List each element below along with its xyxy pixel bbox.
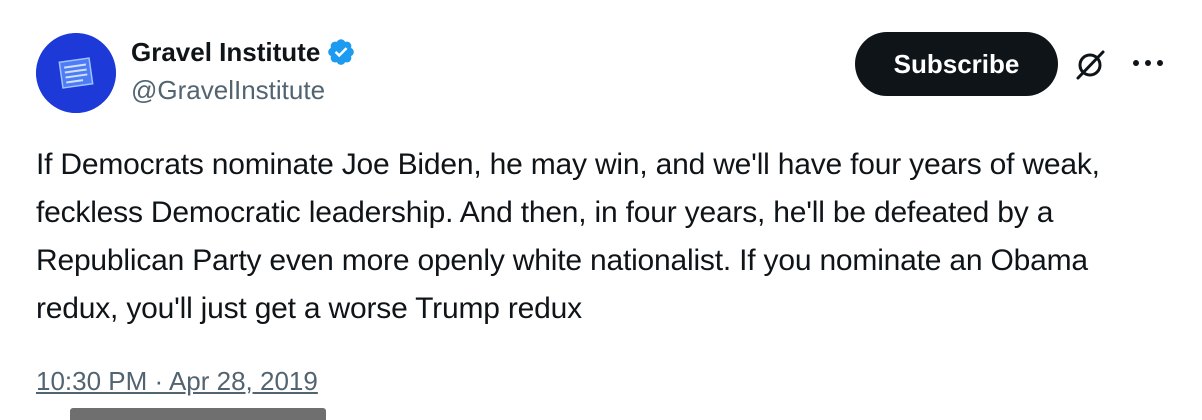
grok-icon[interactable] (1073, 48, 1107, 82)
more-dots-icon[interactable] (1128, 50, 1168, 76)
tweet-timestamp-link[interactable]: 10:30 PM · Apr 28, 2019 (36, 366, 318, 397)
user-handle[interactable]: @GravelInstitute (131, 75, 356, 106)
tweet-text: If Democrats nominate Joe Biden, he may … (36, 148, 1100, 325)
author-block: Gravel Institute @GravelInstitute (131, 33, 356, 106)
name-row: Gravel Institute (131, 33, 356, 71)
gravel-institute-logo-icon (36, 33, 116, 113)
display-name[interactable]: Gravel Institute (131, 37, 320, 68)
subscribe-button[interactable]: Subscribe (855, 32, 1058, 96)
tooltip-bar (70, 408, 326, 420)
avatar[interactable] (36, 33, 116, 113)
tweet-card: Gravel Institute @GravelInstitute Subscr… (0, 0, 1202, 420)
verified-badge-icon[interactable] (326, 37, 356, 67)
